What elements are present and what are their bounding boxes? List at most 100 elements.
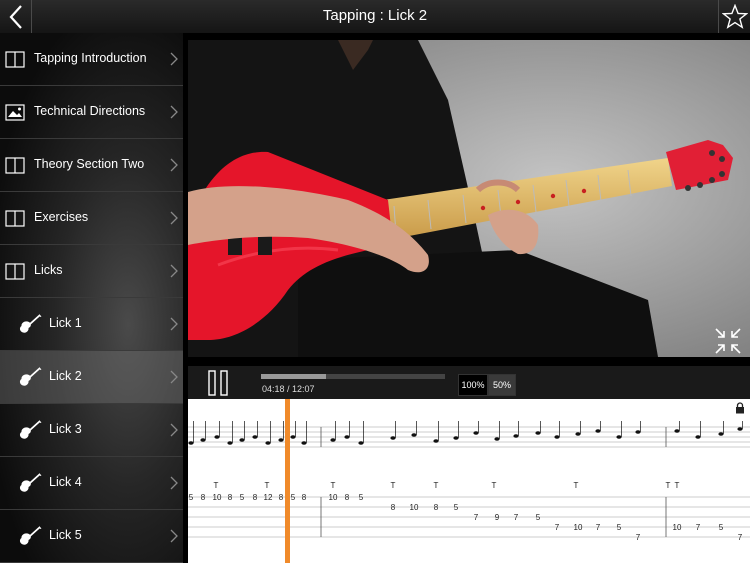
fret-number: 10 (574, 523, 583, 532)
sidebar-item-lick-1[interactable]: Lick 1 (0, 298, 183, 351)
sidebar-item-technical-directions[interactable]: Technical Directions (0, 86, 183, 139)
time-readout: 04:18 / 12:07 (262, 384, 315, 394)
exit-fullscreen-icon[interactable] (714, 327, 742, 355)
top-bar: Tapping : Lick 2 (0, 0, 750, 34)
chevron-right-icon (170, 52, 178, 66)
note-head (188, 441, 194, 445)
note-head (595, 429, 601, 433)
sidebar-item-lick-4[interactable]: Lick 4 (0, 457, 183, 510)
pause-button[interactable] (207, 370, 231, 396)
sidebar-item-label: Lick 4 (49, 475, 82, 489)
sidebar-item-label: Exercises (34, 210, 89, 224)
fret-number: 8 (279, 493, 284, 502)
note-head (200, 438, 206, 442)
fret-number: 12 (264, 493, 273, 502)
guitar-icon (18, 526, 42, 546)
sidebar-item-label: Lick 1 (49, 316, 82, 330)
note-head (252, 435, 258, 439)
fret-number: 5 (291, 493, 296, 502)
fret-number: 7 (555, 523, 560, 532)
sidebar-item-exercises[interactable]: Exercises (0, 192, 183, 245)
video-player[interactable] (188, 40, 750, 357)
note-head (635, 430, 641, 434)
chevron-right-icon (170, 264, 178, 278)
tap-mark: T (666, 481, 671, 490)
note-head (494, 437, 500, 441)
fret-number: 10 (410, 503, 419, 512)
note-head (473, 431, 479, 435)
guitar-icon (18, 420, 42, 440)
sidebar-item-label: Technical Directions (34, 104, 146, 118)
fret-number: 8 (434, 503, 439, 512)
sidebar-item-tapping-introduction[interactable]: Tapping Introduction (0, 33, 183, 86)
fret-number: 8 (391, 503, 396, 512)
tap-mark: T (675, 481, 680, 490)
note-head (227, 441, 233, 445)
lock-icon (736, 402, 744, 414)
chevron-right-icon (170, 370, 178, 384)
sidebar-item-theory-section-two[interactable]: Theory Section Two (0, 139, 183, 192)
guitar-icon (18, 367, 42, 387)
fret-number: 7 (514, 513, 519, 522)
star-icon (721, 3, 748, 29)
sidebar-item-lick-2[interactable]: Lick 2 (0, 351, 183, 404)
book-icon (5, 261, 25, 281)
note-head (453, 436, 459, 440)
fret-number: 5 (240, 493, 245, 502)
note-head (278, 438, 284, 442)
speed-100-button[interactable]: 100% (458, 374, 488, 396)
guitar-icon (18, 314, 42, 334)
sidebar-item-label: Licks (34, 263, 63, 277)
fret-number: 5 (719, 523, 724, 532)
notation-canvas: TTTTTTTTT 5 8 10 8 5 8 12 8 5 8 10 8 58 10 8 57 9 7 57 10 7 5… (188, 399, 750, 563)
tap-mark: T (492, 481, 497, 490)
progress-bar[interactable] (261, 374, 445, 379)
fret-number: 7 (596, 523, 601, 532)
chevron-right-icon (170, 423, 178, 437)
progress-fill (261, 374, 327, 379)
note-head (695, 435, 701, 439)
sidebar-item-lick-5[interactable]: Lick 5 (0, 510, 183, 563)
book-icon (5, 49, 25, 69)
fret-number: 5 (617, 523, 622, 532)
guitar-icon (18, 473, 42, 493)
speed-50-button[interactable]: 50% (488, 374, 516, 396)
lesson-sidebar: Tapping Introduction Technical Direction… (0, 33, 183, 563)
fret-number: 8 (302, 493, 307, 502)
note-head (301, 441, 307, 445)
fret-number: 7 (738, 533, 743, 542)
fret-number: 5 (454, 503, 459, 512)
image-icon (5, 102, 25, 122)
tap-mark: T (265, 481, 270, 490)
note-head (575, 432, 581, 436)
fret-number: 8 (253, 493, 258, 502)
book-icon (5, 155, 25, 175)
note-head (214, 435, 220, 439)
tap-mark: T (331, 481, 336, 490)
fret-number: 9 (495, 513, 500, 522)
tab-notation[interactable]: TTTTTTTTT 5 8 10 8 5 8 12 8 5 8 10 8 5 8 10 8 5 7 9 7 5 7 10 7 5… (188, 399, 750, 563)
tap-mark: T (214, 481, 219, 490)
chevron-right-icon (170, 529, 178, 543)
chevron-right-icon (170, 211, 178, 225)
note-head (674, 429, 680, 433)
note-head (554, 435, 560, 439)
sidebar-item-licks[interactable]: Licks (0, 245, 183, 298)
fret-number: 5 (189, 493, 194, 502)
note-head (290, 435, 296, 439)
tap-mark: T (574, 481, 579, 490)
fret-number: 7 (474, 513, 479, 522)
note-head (411, 433, 417, 437)
fret-number: 8 (345, 493, 350, 502)
chevron-right-icon (170, 105, 178, 119)
fret-number: 7 (636, 533, 641, 542)
note-head (535, 431, 541, 435)
note-head (358, 441, 364, 445)
favorite-button[interactable] (718, 0, 750, 33)
sidebar-item-lick-3[interactable]: Lick 3 (0, 404, 183, 457)
fret-number: 7 (696, 523, 701, 532)
note-head (330, 438, 336, 442)
sidebar-item-label: Theory Section Two (34, 157, 145, 171)
note-head (616, 435, 622, 439)
playback-controls: 04:18 / 12:07 100% 50% (188, 366, 750, 399)
